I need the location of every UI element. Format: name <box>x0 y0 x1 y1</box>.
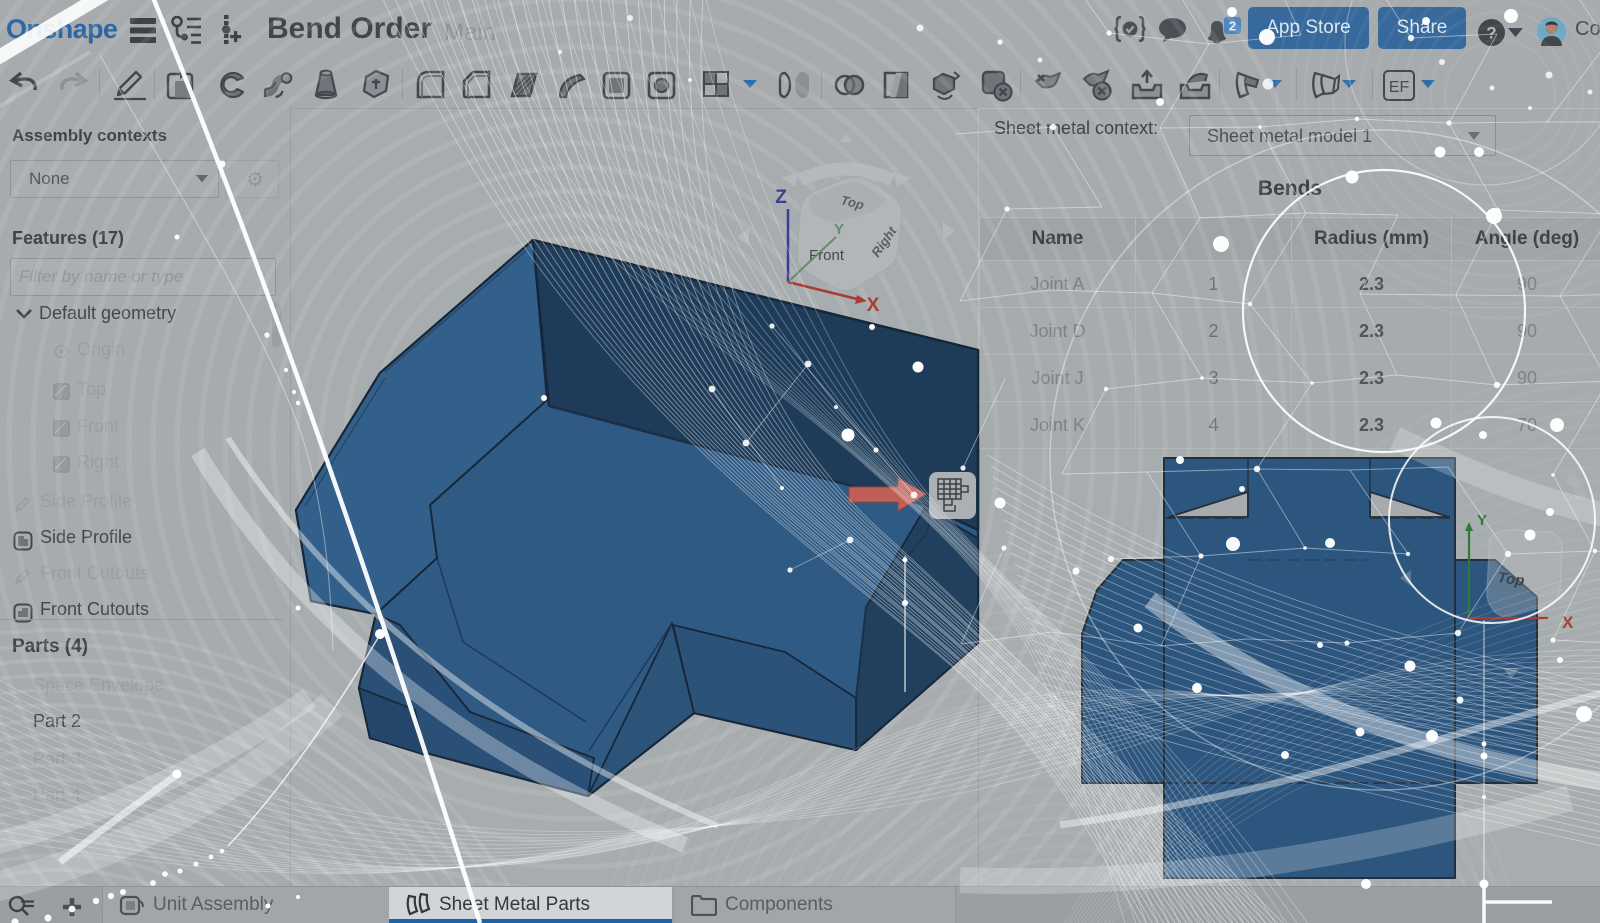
svg-text:2: 2 <box>1229 19 1236 34</box>
svg-text:X: X <box>1562 613 1574 632</box>
svg-text:Z: Z <box>775 187 787 208</box>
svg-text:Front: Front <box>809 247 845 264</box>
svg-text:Y: Y <box>1477 512 1487 529</box>
svg-text:X: X <box>867 295 880 316</box>
svg-text:EF: EF <box>1389 79 1410 96</box>
svg-text:?: ? <box>1486 24 1496 43</box>
svg-text:Y: Y <box>834 221 844 238</box>
